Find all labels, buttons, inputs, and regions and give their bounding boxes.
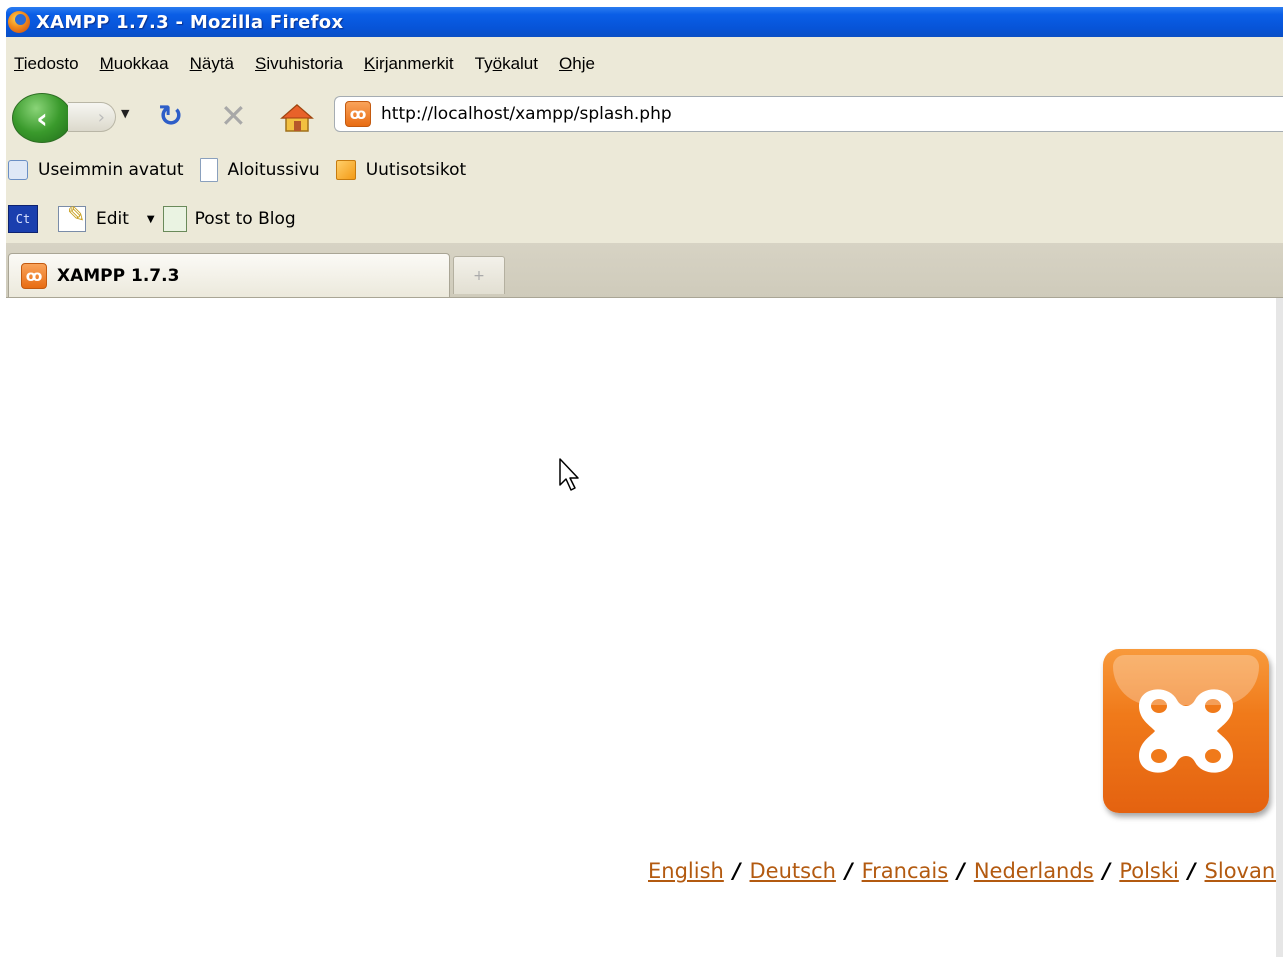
menu-tyokalut[interactable]: Työkalut [467, 54, 546, 74]
xampp-logo-mark-icon [1139, 689, 1233, 773]
xampp-logo [1103, 649, 1269, 813]
menu-bar: Tiedosto Muokkaa Näytä Sivuhistoria Kirj… [6, 44, 1283, 84]
bookmark-news-feeds[interactable]: Uutisotsikot [334, 160, 466, 180]
back-button[interactable]: ‹ [12, 93, 72, 143]
reload-icon[interactable]: ↻ [158, 99, 183, 134]
language-separator: / [957, 859, 965, 883]
firefox-icon [8, 11, 30, 33]
back-arrow-icon: ‹ [36, 101, 48, 135]
window-title: XAMPP 1.7.3 - Mozilla Firefox [36, 11, 344, 33]
edit-icon[interactable] [58, 203, 86, 232]
url-text[interactable]: http://localhost/xampp/splash.php [381, 104, 672, 124]
page-icon [199, 158, 218, 182]
ct-extension-button[interactable]: Ct [8, 205, 38, 233]
bookmarks-toolbar: Useimmin avatut Aloitussivu Uutisotsikot [6, 147, 1283, 193]
language-separator: / [1187, 859, 1196, 883]
stop-icon[interactable]: ✕ [220, 97, 247, 135]
home-icon[interactable] [280, 103, 314, 133]
window-titlebar: XAMPP 1.7.3 - Mozilla Firefox [6, 7, 1283, 37]
xampp-favicon-icon: ꝏ [21, 262, 47, 289]
edit-dropdown-icon[interactable]: ▼ [147, 214, 155, 225]
language-separator: / [732, 859, 741, 883]
history-dropdown-icon[interactable]: ▼ [121, 107, 129, 120]
bookmark-label: Aloitussivu [227, 160, 320, 180]
navigation-toolbar: ‹ › ▼ ↻ ✕ ꝏ http://localhost/xampp/splas… [6, 85, 1283, 143]
window-right-edge [1276, 298, 1283, 957]
language-link-nederlands[interactable]: Nederlands [974, 859, 1094, 883]
language-separator: / [844, 859, 853, 883]
xampp-favicon-icon: ꝏ [345, 101, 371, 127]
language-separator: / [1102, 859, 1111, 883]
menu-ohje[interactable]: Ohje [551, 54, 603, 74]
forward-button[interactable]: › [68, 102, 116, 132]
post-to-blog-button[interactable]: Post to Blog [195, 209, 296, 229]
language-link-english[interactable]: English [648, 859, 724, 883]
extension-toolbar: Ct Edit ▼ Post to Blog [6, 197, 1283, 241]
menu-sivuhistoria[interactable]: Sivuhistoria [247, 54, 351, 74]
menu-nayta[interactable]: Näytä [182, 54, 242, 74]
url-bar[interactable]: ꝏ http://localhost/xampp/splash.php [334, 96, 1283, 132]
tab-strip: ꝏ XAMPP 1.7.3 + [6, 243, 1283, 298]
plus-icon: + [473, 267, 485, 284]
bookmark-label: Useimmin avatut [38, 160, 184, 180]
edit-button[interactable]: Edit [96, 209, 129, 229]
forward-arrow-icon: › [97, 106, 105, 128]
language-link-slovane[interactable]: Slovane [1205, 859, 1276, 883]
language-links: English / Deutsch / Francais / Nederlands / Pols… [648, 859, 1276, 891]
menu-tiedosto[interactable]: Tiedosto [6, 54, 87, 74]
bookmark-label: Uutisotsikot [365, 160, 467, 180]
language-link-francais[interactable]: Francais [862, 859, 949, 883]
browser-chrome: Tiedosto Muokkaa Näytä Sivuhistoria Kirj… [6, 37, 1283, 298]
blog-icon[interactable] [162, 206, 187, 232]
most-visited-icon [8, 160, 28, 180]
bookmark-most-visited[interactable]: Useimmin avatut [6, 160, 184, 180]
bookmark-home-page[interactable]: Aloitussivu [198, 158, 320, 182]
menu-kirjanmerkit[interactable]: Kirjanmerkit [356, 54, 462, 74]
language-link-polski[interactable]: Polski [1119, 859, 1179, 883]
tab-xampp[interactable]: ꝏ XAMPP 1.7.3 [8, 253, 450, 297]
language-link-deutsch[interactable]: Deutsch [750, 859, 836, 883]
rss-icon [335, 160, 356, 180]
menu-muokkaa[interactable]: Muokkaa [92, 54, 177, 74]
tab-label: XAMPP 1.7.3 [57, 265, 180, 286]
new-tab-button[interactable]: + [453, 256, 505, 294]
mouse-cursor-icon [559, 458, 579, 491]
